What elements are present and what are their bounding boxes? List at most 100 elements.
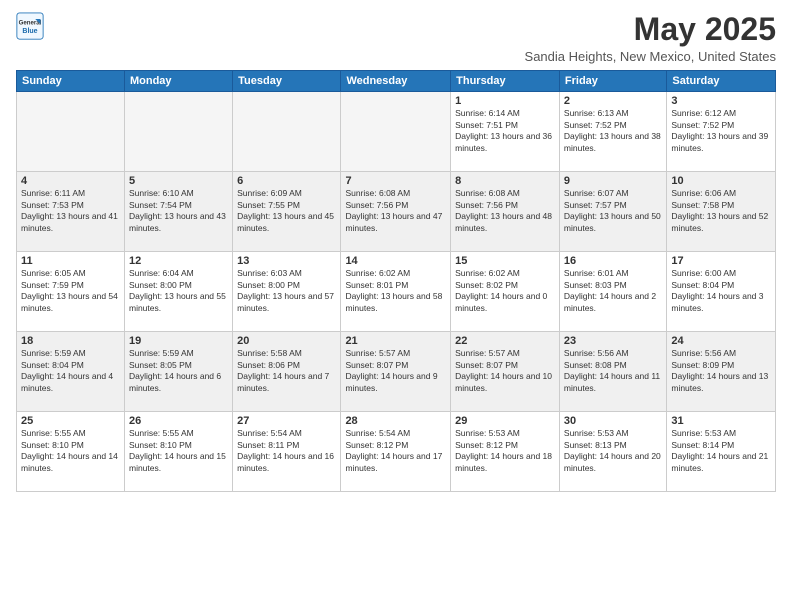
sunrise: Sunrise: 5:57 AM (345, 348, 410, 358)
daylight: Daylight: 13 hours and 50 minutes. (564, 211, 661, 232)
day-info: Sunrise: 6:13 AM Sunset: 7:52 PM Dayligh… (564, 108, 662, 154)
day-cell-4-1: 26 Sunrise: 5:55 AM Sunset: 8:10 PM Dayl… (124, 412, 232, 492)
day-info: Sunrise: 6:08 AM Sunset: 7:56 PM Dayligh… (455, 188, 555, 234)
day-cell-4-4: 29 Sunrise: 5:53 AM Sunset: 8:12 PM Dayl… (451, 412, 560, 492)
sunset: Sunset: 8:00 PM (237, 280, 300, 290)
sunrise: Sunrise: 6:03 AM (237, 268, 302, 278)
day-number: 8 (455, 175, 555, 187)
day-number: 12 (129, 255, 228, 267)
day-cell-2-6: 17 Sunrise: 6:00 AM Sunset: 8:04 PM Dayl… (667, 252, 776, 332)
day-info: Sunrise: 6:07 AM Sunset: 7:57 PM Dayligh… (564, 188, 662, 234)
month-title: May 2025 (525, 12, 776, 47)
sunset: Sunset: 7:53 PM (21, 200, 84, 210)
sunrise: Sunrise: 6:09 AM (237, 188, 302, 198)
sunrise: Sunrise: 5:53 AM (564, 428, 629, 438)
day-info: Sunrise: 5:56 AM Sunset: 8:08 PM Dayligh… (564, 348, 662, 394)
day-number: 13 (237, 255, 336, 267)
calendar-table: Sunday Monday Tuesday Wednesday Thursday… (16, 70, 776, 492)
day-number: 31 (671, 415, 771, 427)
header-wednesday: Wednesday (341, 71, 451, 92)
day-info: Sunrise: 6:11 AM Sunset: 7:53 PM Dayligh… (21, 188, 120, 234)
day-info: Sunrise: 5:58 AM Sunset: 8:06 PM Dayligh… (237, 348, 336, 394)
header-tuesday: Tuesday (233, 71, 341, 92)
day-info: Sunrise: 5:59 AM Sunset: 8:05 PM Dayligh… (129, 348, 228, 394)
daylight: Daylight: 13 hours and 38 minutes. (564, 131, 661, 152)
sunset: Sunset: 8:04 PM (671, 280, 734, 290)
day-cell-1-6: 10 Sunrise: 6:06 AM Sunset: 7:58 PM Dayl… (667, 172, 776, 252)
sunrise: Sunrise: 6:02 AM (345, 268, 410, 278)
sunrise: Sunrise: 6:02 AM (455, 268, 520, 278)
daylight: Daylight: 14 hours and 11 minutes. (564, 371, 660, 392)
day-info: Sunrise: 6:09 AM Sunset: 7:55 PM Dayligh… (237, 188, 336, 234)
sunset: Sunset: 8:10 PM (129, 440, 192, 450)
daylight: Daylight: 13 hours and 36 minutes. (455, 131, 552, 152)
sunset: Sunset: 8:13 PM (564, 440, 627, 450)
day-number: 6 (237, 175, 336, 187)
day-cell-1-2: 6 Sunrise: 6:09 AM Sunset: 7:55 PM Dayli… (233, 172, 341, 252)
day-cell-3-4: 22 Sunrise: 5:57 AM Sunset: 8:07 PM Dayl… (451, 332, 560, 412)
sunrise: Sunrise: 5:57 AM (455, 348, 520, 358)
daylight: Daylight: 14 hours and 13 minutes. (671, 371, 768, 392)
day-number: 25 (21, 415, 120, 427)
day-number: 9 (564, 175, 662, 187)
day-info: Sunrise: 6:14 AM Sunset: 7:51 PM Dayligh… (455, 108, 555, 154)
day-number: 29 (455, 415, 555, 427)
daylight: Daylight: 14 hours and 16 minutes. (237, 451, 334, 472)
day-number: 17 (671, 255, 771, 267)
day-number: 7 (345, 175, 446, 187)
day-cell-3-5: 23 Sunrise: 5:56 AM Sunset: 8:08 PM Dayl… (559, 332, 666, 412)
sunset: Sunset: 7:55 PM (237, 200, 300, 210)
daylight: Daylight: 13 hours and 57 minutes. (237, 291, 334, 312)
sunrise: Sunrise: 6:07 AM (564, 188, 629, 198)
day-info: Sunrise: 6:00 AM Sunset: 8:04 PM Dayligh… (671, 268, 771, 314)
daylight: Daylight: 14 hours and 0 minutes. (455, 291, 547, 312)
title-section: May 2025 Sandia Heights, New Mexico, Uni… (525, 12, 776, 64)
sunset: Sunset: 8:09 PM (671, 360, 734, 370)
sunrise: Sunrise: 6:10 AM (129, 188, 194, 198)
sunrise: Sunrise: 5:56 AM (671, 348, 736, 358)
day-info: Sunrise: 5:59 AM Sunset: 8:04 PM Dayligh… (21, 348, 120, 394)
sunrise: Sunrise: 6:08 AM (345, 188, 410, 198)
sunrise: Sunrise: 6:14 AM (455, 108, 520, 118)
day-cell-0-2 (233, 92, 341, 172)
header-thursday: Thursday (451, 71, 560, 92)
day-cell-3-1: 19 Sunrise: 5:59 AM Sunset: 8:05 PM Dayl… (124, 332, 232, 412)
day-info: Sunrise: 6:04 AM Sunset: 8:00 PM Dayligh… (129, 268, 228, 314)
daylight: Daylight: 14 hours and 21 minutes. (671, 451, 768, 472)
day-number: 14 (345, 255, 446, 267)
day-number: 11 (21, 255, 120, 267)
sunrise: Sunrise: 5:53 AM (455, 428, 520, 438)
sunset: Sunset: 7:52 PM (564, 120, 627, 130)
day-number: 24 (671, 335, 771, 347)
sunset: Sunset: 8:04 PM (21, 360, 84, 370)
logo: General Blue (16, 12, 44, 40)
day-number: 30 (564, 415, 662, 427)
sunrise: Sunrise: 5:59 AM (129, 348, 194, 358)
day-cell-2-5: 16 Sunrise: 6:01 AM Sunset: 8:03 PM Dayl… (559, 252, 666, 332)
day-info: Sunrise: 6:05 AM Sunset: 7:59 PM Dayligh… (21, 268, 120, 314)
daylight: Daylight: 14 hours and 3 minutes. (671, 291, 763, 312)
header-saturday: Saturday (667, 71, 776, 92)
day-number: 1 (455, 95, 555, 107)
sunset: Sunset: 8:00 PM (129, 280, 192, 290)
day-cell-0-3 (341, 92, 451, 172)
sunrise: Sunrise: 6:11 AM (21, 188, 85, 198)
day-cell-2-3: 14 Sunrise: 6:02 AM Sunset: 8:01 PM Dayl… (341, 252, 451, 332)
daylight: Daylight: 14 hours and 15 minutes. (129, 451, 226, 472)
day-number: 3 (671, 95, 771, 107)
sunrise: Sunrise: 5:54 AM (237, 428, 302, 438)
day-info: Sunrise: 6:01 AM Sunset: 8:03 PM Dayligh… (564, 268, 662, 314)
day-info: Sunrise: 6:03 AM Sunset: 8:00 PM Dayligh… (237, 268, 336, 314)
sunset: Sunset: 8:07 PM (345, 360, 408, 370)
sunrise: Sunrise: 6:05 AM (21, 268, 86, 278)
day-cell-2-2: 13 Sunrise: 6:03 AM Sunset: 8:00 PM Dayl… (233, 252, 341, 332)
daylight: Daylight: 13 hours and 39 minutes. (671, 131, 768, 152)
sunrise: Sunrise: 5:58 AM (237, 348, 302, 358)
day-info: Sunrise: 6:02 AM Sunset: 8:02 PM Dayligh… (455, 268, 555, 314)
day-cell-3-2: 20 Sunrise: 5:58 AM Sunset: 8:06 PM Dayl… (233, 332, 341, 412)
daylight: Daylight: 13 hours and 41 minutes. (21, 211, 118, 232)
sunset: Sunset: 8:03 PM (564, 280, 627, 290)
daylight: Daylight: 13 hours and 55 minutes. (129, 291, 226, 312)
day-cell-3-6: 24 Sunrise: 5:56 AM Sunset: 8:09 PM Dayl… (667, 332, 776, 412)
sunset: Sunset: 8:10 PM (21, 440, 84, 450)
